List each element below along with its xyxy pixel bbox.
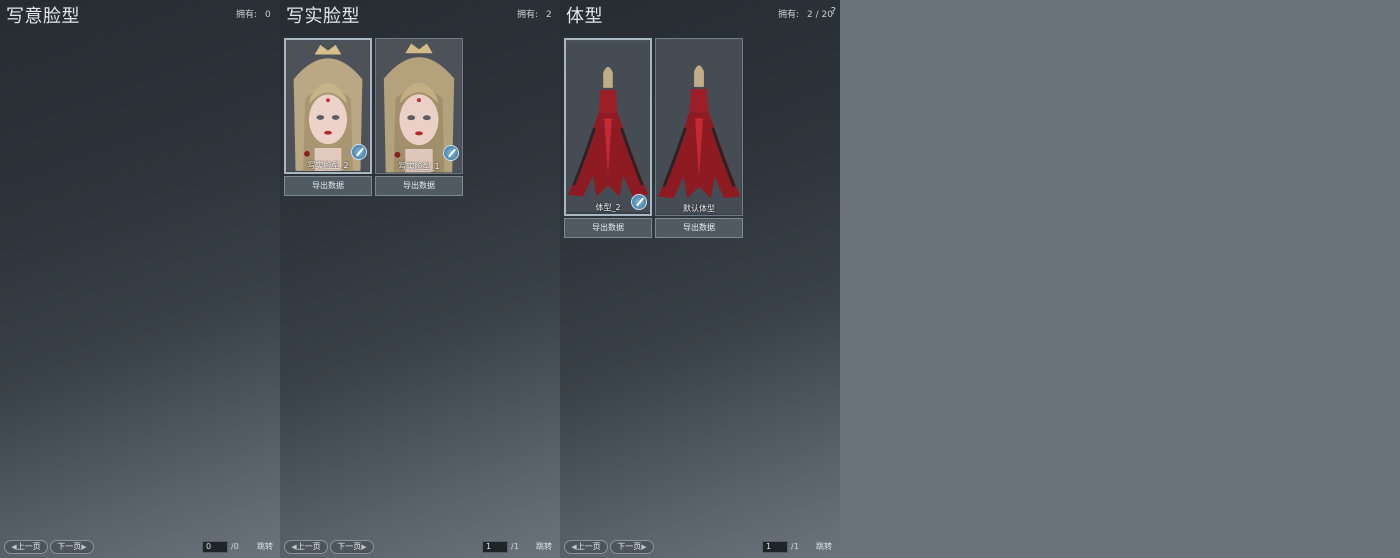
panel-title: 写意脸型 bbox=[6, 6, 80, 27]
export-data-button[interactable]: 导出数据 bbox=[284, 176, 372, 196]
page-input[interactable]: 1 bbox=[762, 541, 788, 553]
card-name: 写实脸型_1 bbox=[398, 162, 440, 171]
chevron-right-icon: ▶ bbox=[361, 543, 367, 551]
owned-label: 拥有: bbox=[517, 10, 539, 20]
export-data-button[interactable]: 导出数据 bbox=[655, 218, 743, 238]
next-page-button[interactable]: 下一页▶ bbox=[50, 540, 94, 554]
page-input[interactable]: 0 bbox=[202, 541, 228, 553]
page-input[interactable]: 1 bbox=[482, 541, 508, 553]
panel-title: 体型 bbox=[566, 6, 603, 27]
body-figure-thumbnail bbox=[566, 42, 650, 212]
chevron-right-icon: ▶ bbox=[641, 543, 647, 551]
page-total: /0 bbox=[231, 542, 239, 551]
next-page-button[interactable]: 下一页▶ bbox=[610, 540, 654, 554]
edit-brush-icon[interactable] bbox=[443, 145, 459, 161]
owned-value: 0 bbox=[265, 10, 271, 20]
export-data-button[interactable]: 导出数据 bbox=[375, 176, 463, 196]
empty-backdrop bbox=[840, 0, 1400, 558]
owned-value: 2 / 20 bbox=[807, 10, 833, 20]
body-card[interactable]: 默认体型 bbox=[655, 38, 743, 216]
body-type-panel: 体型 拥有: 2 / 20 ? 体型_2 导出数据 默认体型 导出数据 ◀上一页… bbox=[560, 0, 840, 558]
xieshi-face-panel: 写实脸型 拥有: 2 写实脸型_2 导出数据 写实脸型_1 导出数据 ◀上一页 … bbox=[280, 0, 560, 558]
owned-count: 拥有: 2 / 20 bbox=[778, 7, 833, 20]
body-card[interactable]: 体型_2 bbox=[564, 38, 652, 216]
jump-button[interactable]: 跳转 bbox=[536, 541, 552, 552]
owned-label: 拥有: bbox=[778, 10, 800, 20]
owned-count: 拥有: 0 bbox=[236, 7, 271, 20]
page-total: /1 bbox=[511, 542, 519, 551]
jump-button[interactable]: 跳转 bbox=[816, 541, 832, 552]
panel-title: 写实脸型 bbox=[286, 6, 360, 27]
chevron-right-icon: ▶ bbox=[81, 543, 87, 551]
owned-count: 拥有: 2 bbox=[517, 7, 552, 20]
owned-label: 拥有: bbox=[236, 10, 258, 20]
prev-page-button[interactable]: ◀上一页 bbox=[4, 540, 48, 554]
prev-page-button[interactable]: ◀上一页 bbox=[284, 540, 328, 554]
body-figure-thumbnail bbox=[656, 40, 742, 214]
face-card[interactable]: 写实脸型_1 bbox=[375, 38, 463, 174]
export-data-button[interactable]: 导出数据 bbox=[564, 218, 652, 238]
owned-value: 2 bbox=[546, 10, 552, 20]
card-name: 写实脸型_2 bbox=[307, 161, 349, 170]
xieyi-face-panel: 写意脸型 拥有: 0 ◀上一页 下一页▶ 0 /0 跳转 bbox=[0, 0, 280, 558]
page-total: /1 bbox=[791, 542, 799, 551]
edit-brush-icon[interactable] bbox=[351, 144, 367, 160]
card-name: 体型_2 bbox=[595, 203, 621, 212]
help-icon[interactable]: ? bbox=[831, 6, 836, 17]
face-card[interactable]: 写实脸型_2 bbox=[284, 38, 372, 174]
card-name: 默认体型 bbox=[683, 204, 715, 213]
next-page-button[interactable]: 下一页▶ bbox=[330, 540, 374, 554]
prev-page-button[interactable]: ◀上一页 bbox=[564, 540, 608, 554]
jump-button[interactable]: 跳转 bbox=[257, 541, 273, 552]
